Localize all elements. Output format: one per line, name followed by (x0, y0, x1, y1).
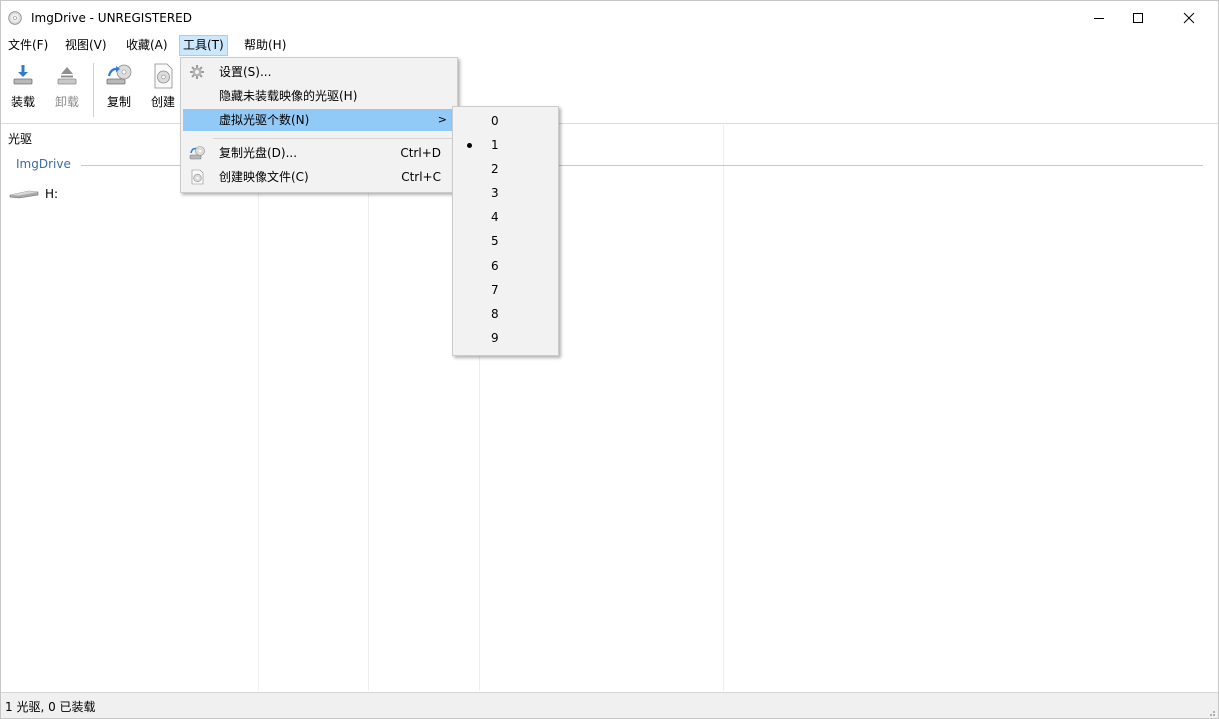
menu-item-label: 隐藏未装载映像的光驱(H) (219, 89, 358, 103)
unmount-button[interactable]: 卸载 (49, 63, 85, 119)
group-label: ImgDrive (16, 157, 71, 171)
menu-view[interactable]: 视图(V) (62, 36, 110, 55)
create-image-icon (189, 169, 205, 185)
column-divider (368, 125, 369, 691)
status-text: 1 光驱, 0 已装载 (5, 700, 96, 714)
menu-item-label: 虚拟光驱个数(N) (219, 113, 310, 127)
copy-disc-icon (189, 145, 205, 161)
drive-list[interactable]: 光驱 ImgDrive H: (1, 125, 1218, 691)
menu-favorites[interactable]: 收藏(A) (123, 36, 171, 55)
maximize-button[interactable] (1115, 1, 1161, 35)
mount-label: 装载 (10, 95, 35, 109)
option-label: 6 (491, 259, 499, 273)
submenu-option-2[interactable]: 2 (455, 157, 556, 181)
create-label: 创建 (150, 95, 175, 109)
option-label: 5 (491, 234, 499, 248)
disc-icon (8, 11, 22, 25)
selected-bullet-icon (467, 143, 472, 148)
toolbar-separator (93, 63, 94, 117)
menu-item-label: 创建映像文件(C) (219, 170, 309, 184)
resize-grip-icon[interactable] (1206, 707, 1216, 717)
column-header-drive[interactable]: 光驱 (8, 130, 32, 147)
menu-item-shortcut: Ctrl+D (400, 146, 441, 160)
status-bar: 1 光驱, 0 已装载 (1, 692, 1218, 718)
submenu-option-9[interactable]: 9 (455, 326, 556, 350)
submenu-option-0[interactable]: 0 (455, 109, 556, 133)
mount-button[interactable]: 装载 (5, 63, 41, 119)
drive-letter: H: (45, 187, 59, 201)
submenu-option-4[interactable]: 4 (455, 205, 556, 229)
unmount-label: 卸载 (54, 95, 79, 109)
option-label: 0 (491, 114, 499, 128)
submenu-arrow-icon: > (437, 113, 447, 126)
option-label: 9 (491, 331, 499, 345)
mount-down-arrow-icon (13, 65, 33, 85)
copy-label: 复制 (106, 95, 131, 109)
submenu-option-3[interactable]: 3 (455, 181, 556, 205)
option-label: 1 (491, 138, 499, 152)
gear-icon (189, 64, 205, 80)
menu-item-label: 设置(S)... (219, 65, 272, 79)
menu-item-copy-disc[interactable]: 复制光盘(D)... Ctrl+D (183, 142, 455, 164)
title-bar: ImgDrive - UNREGISTERED (1, 1, 1218, 35)
option-label: 4 (491, 210, 499, 224)
menu-item-shortcut: Ctrl+C (401, 170, 441, 184)
menu-bar: 文件(F) 视图(V) 收藏(A) 工具(T) 帮助(H) (1, 35, 1218, 57)
menu-item-virtual-drive-count[interactable]: 虚拟光驱个数(N) > (183, 109, 455, 131)
submenu-option-7[interactable]: 7 (455, 278, 556, 302)
submenu-option-6[interactable]: 6 (455, 254, 556, 278)
copy-disc-icon (106, 64, 132, 85)
tools-menu: 设置(S)... 隐藏未装载映像的光驱(H) 虚拟光驱个数(N) > 复制光盘(… (180, 57, 458, 193)
window-title: ImgDrive - UNREGISTERED (31, 11, 193, 25)
submenu-option-5[interactable]: 5 (455, 229, 556, 253)
menu-item-settings[interactable]: 设置(S)... (183, 61, 455, 83)
menu-file[interactable]: 文件(F) (5, 36, 51, 55)
create-image-icon (154, 63, 173, 89)
option-label: 3 (491, 186, 499, 200)
column-divider (258, 125, 259, 691)
option-label: 8 (491, 307, 499, 321)
menu-help[interactable]: 帮助(H) (241, 36, 289, 55)
menu-tools[interactable]: 工具(T) (179, 35, 228, 56)
create-button[interactable]: 创建 (145, 63, 181, 119)
option-label: 2 (491, 162, 499, 176)
menu-item-create-image[interactable]: 创建映像文件(C) Ctrl+C (183, 166, 455, 188)
copy-button[interactable]: 复制 (101, 63, 137, 119)
menu-item-hide-unmounted[interactable]: 隐藏未装载映像的光驱(H) (183, 85, 455, 107)
option-label: 7 (491, 283, 499, 297)
submenu-option-8[interactable]: 8 (455, 302, 556, 326)
submenu-option-1[interactable]: 1 (455, 133, 556, 157)
app-window: ImgDrive - UNREGISTERED 文件(F) 视图(V) 收藏(A… (0, 0, 1219, 719)
close-button[interactable] (1166, 1, 1212, 35)
drive-count-submenu: 0 1 2 3 4 5 6 7 8 9 (452, 106, 559, 356)
menu-separator (213, 138, 453, 139)
column-divider (723, 125, 724, 691)
eject-icon (57, 67, 77, 85)
optical-drive-icon (9, 190, 39, 199)
menu-item-label: 复制光盘(D)... (219, 146, 298, 160)
